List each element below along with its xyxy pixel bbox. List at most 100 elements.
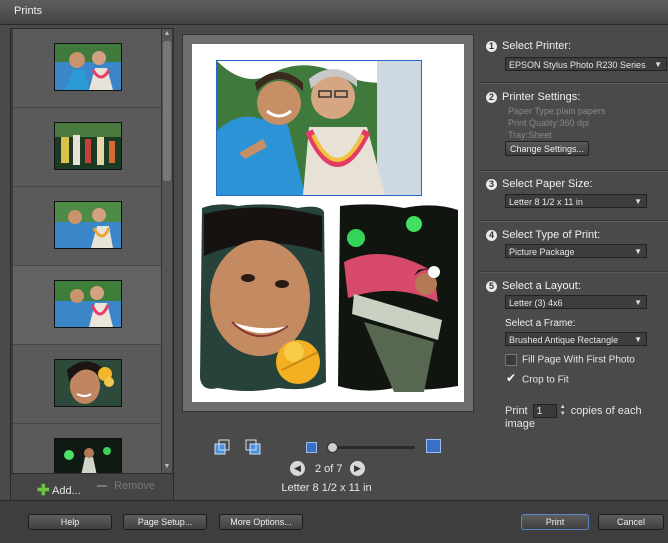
step-number: 2 <box>486 91 497 103</box>
thumbnail-panel: ▲ ▼ ✚ Add... Remove <box>10 28 174 500</box>
photo-men-leis <box>217 61 421 195</box>
preview-controls <box>176 438 477 462</box>
photo-thumbnail <box>54 280 122 328</box>
step-label: Select a Layout: <box>502 280 581 293</box>
printer-dropdown[interactable]: EPSON Stylus Photo R230 Series ▼ <box>505 57 667 71</box>
checkbox-box[interactable]: ✔ <box>505 371 517 386</box>
layout-dropdown[interactable]: Letter (3) 4x6 ▼ <box>505 295 647 309</box>
fill-page-label: Fill Page With First Photo <box>522 354 635 366</box>
thumbnail-item[interactable] <box>13 424 161 473</box>
next-page-icon[interactable]: ▶ <box>350 461 365 476</box>
step-select-printer: 1 Select Printer: <box>486 40 571 52</box>
checkbox-box[interactable] <box>505 354 517 366</box>
photo-dancer <box>334 202 462 394</box>
frame-value: Brushed Antique Rectangle <box>509 335 619 345</box>
zoom-out-icon[interactable] <box>306 442 317 453</box>
fill-page-checkbox[interactable]: Fill Page With First Photo <box>505 354 635 366</box>
paper-size-dropdown[interactable]: Letter 8 1/2 x 11 in ▼ <box>505 194 647 208</box>
minus-icon <box>97 485 107 488</box>
rotate-right-icon[interactable] <box>244 438 262 456</box>
print-label: Print <box>505 404 528 417</box>
copies-input[interactable]: 1 <box>532 404 557 418</box>
remove-photo-button[interactable]: Remove <box>97 480 155 492</box>
thumbnail-scrollbar[interactable]: ▲ ▼ <box>161 29 172 473</box>
print-type-value: Picture Package <box>509 247 575 257</box>
step-label: Select Printer: <box>502 40 572 53</box>
page-indicator: 2 of 7 <box>315 463 343 475</box>
crop-to-fit-checkbox[interactable]: ✔ Crop to Fit <box>505 371 569 386</box>
plus-icon: ✚ <box>37 482 50 499</box>
printer-value: EPSON Stylus Photo R230 Series <box>509 60 646 70</box>
preview-photo-top[interactable] <box>216 60 422 196</box>
step-label: Printer Settings: <box>502 91 581 104</box>
previous-page-icon[interactable]: ◀ <box>290 461 305 476</box>
preview-photo-right[interactable] <box>334 202 462 394</box>
scrollbar-thumb[interactable] <box>163 41 171 181</box>
step-label: Select Type of Print: <box>502 229 601 242</box>
zoom-in-icon[interactable] <box>426 439 441 453</box>
frame-dropdown[interactable]: Brushed Antique Rectangle ▼ <box>505 332 647 346</box>
print-button[interactable]: Print <box>521 514 589 530</box>
thumbnail-item[interactable] <box>13 345 161 424</box>
change-settings-button[interactable]: Change Settings... <box>505 141 589 156</box>
step-select-layout: 5 Select a Layout: <box>486 280 581 292</box>
crop-label: Crop to Fit <box>522 374 569 386</box>
step-number: 4 <box>486 229 497 241</box>
copies-row: Print 1 ▲ ▼ copies of each image <box>505 404 668 430</box>
thumbnail-footer: ✚ Add... Remove <box>11 473 173 500</box>
photo-thumbnail <box>54 438 122 473</box>
step-select-paper-size: 3 Select Paper Size: <box>486 178 593 190</box>
chevron-down-icon: ▼ <box>634 298 642 307</box>
thumbnail-item[interactable] <box>13 187 161 266</box>
copies-stepper-icon[interactable]: ▲ ▼ <box>559 404 567 418</box>
step-number: 3 <box>486 178 497 190</box>
scroll-up-icon[interactable]: ▲ <box>163 30 171 38</box>
photo-thumbnail <box>54 201 122 249</box>
print-type-dropdown[interactable]: Picture Package ▼ <box>505 244 647 258</box>
preview-frame <box>182 34 474 412</box>
page-navigator: ◀ 2 of 7 ▶ <box>176 460 477 478</box>
thumbnail-list <box>13 29 161 473</box>
paper-size-caption: Letter 8 1/2 x 11 in <box>281 482 372 494</box>
add-photo-button[interactable]: ✚ Add... <box>37 480 81 499</box>
photo-thumbnail <box>54 359 122 407</box>
help-button[interactable]: Help <box>28 514 112 530</box>
dialog-footer: Help Page Setup... More Options... Print… <box>0 500 668 543</box>
more-options-button[interactable]: More Options... <box>219 514 303 530</box>
frame-label: Select a Frame: <box>505 318 576 329</box>
thumbnail-item[interactable] <box>13 29 161 108</box>
scroll-down-icon[interactable]: ▼ <box>163 463 171 471</box>
divider <box>480 271 668 273</box>
chevron-down-icon: ▼ <box>634 197 642 206</box>
chevron-down-icon: ▼ <box>634 335 642 344</box>
page-setup-button[interactable]: Page Setup... <box>123 514 207 530</box>
divider <box>480 220 668 222</box>
step-printer-settings: 2 Printer Settings: <box>486 91 580 103</box>
cancel-button[interactable]: Cancel <box>598 514 664 530</box>
print-preview-area: ◀ 2 of 7 ▶ Letter 8 1/2 x 11 in <box>176 28 477 498</box>
zoom-slider[interactable] <box>327 442 415 453</box>
preview-photo-left[interactable] <box>198 202 328 394</box>
divider <box>480 170 668 172</box>
zoom-slider-knob[interactable] <box>327 442 338 453</box>
paper-size-value: Letter 8 1/2 x 11 in <box>509 197 583 207</box>
tray-text: Tray:Sheet <box>508 130 552 140</box>
step-number: 5 <box>486 280 497 292</box>
thumbnail-item[interactable] <box>13 266 161 345</box>
step-label: Select Paper Size: <box>502 178 593 191</box>
rotate-left-icon[interactable] <box>213 438 231 456</box>
window-title: Prints <box>14 5 43 17</box>
add-label: Add... <box>52 485 81 497</box>
layout-value: Letter (3) 4x6 <box>509 298 563 308</box>
remove-label: Remove <box>114 480 156 492</box>
thumbnail-item[interactable] <box>13 108 161 187</box>
checkmark-icon: ✔ <box>506 371 517 385</box>
preview-page <box>192 44 464 402</box>
photo-thumbnail <box>54 43 122 91</box>
step-select-type-of-print: 4 Select Type of Print: <box>486 229 600 241</box>
print-quality-text: Print Quality:360 dpi <box>508 118 590 128</box>
chevron-down-icon: ▼ <box>654 60 662 69</box>
title-bar: Prints <box>0 0 668 25</box>
chevron-down-icon: ▼ <box>634 247 642 256</box>
photo-thumbnail <box>54 122 122 170</box>
